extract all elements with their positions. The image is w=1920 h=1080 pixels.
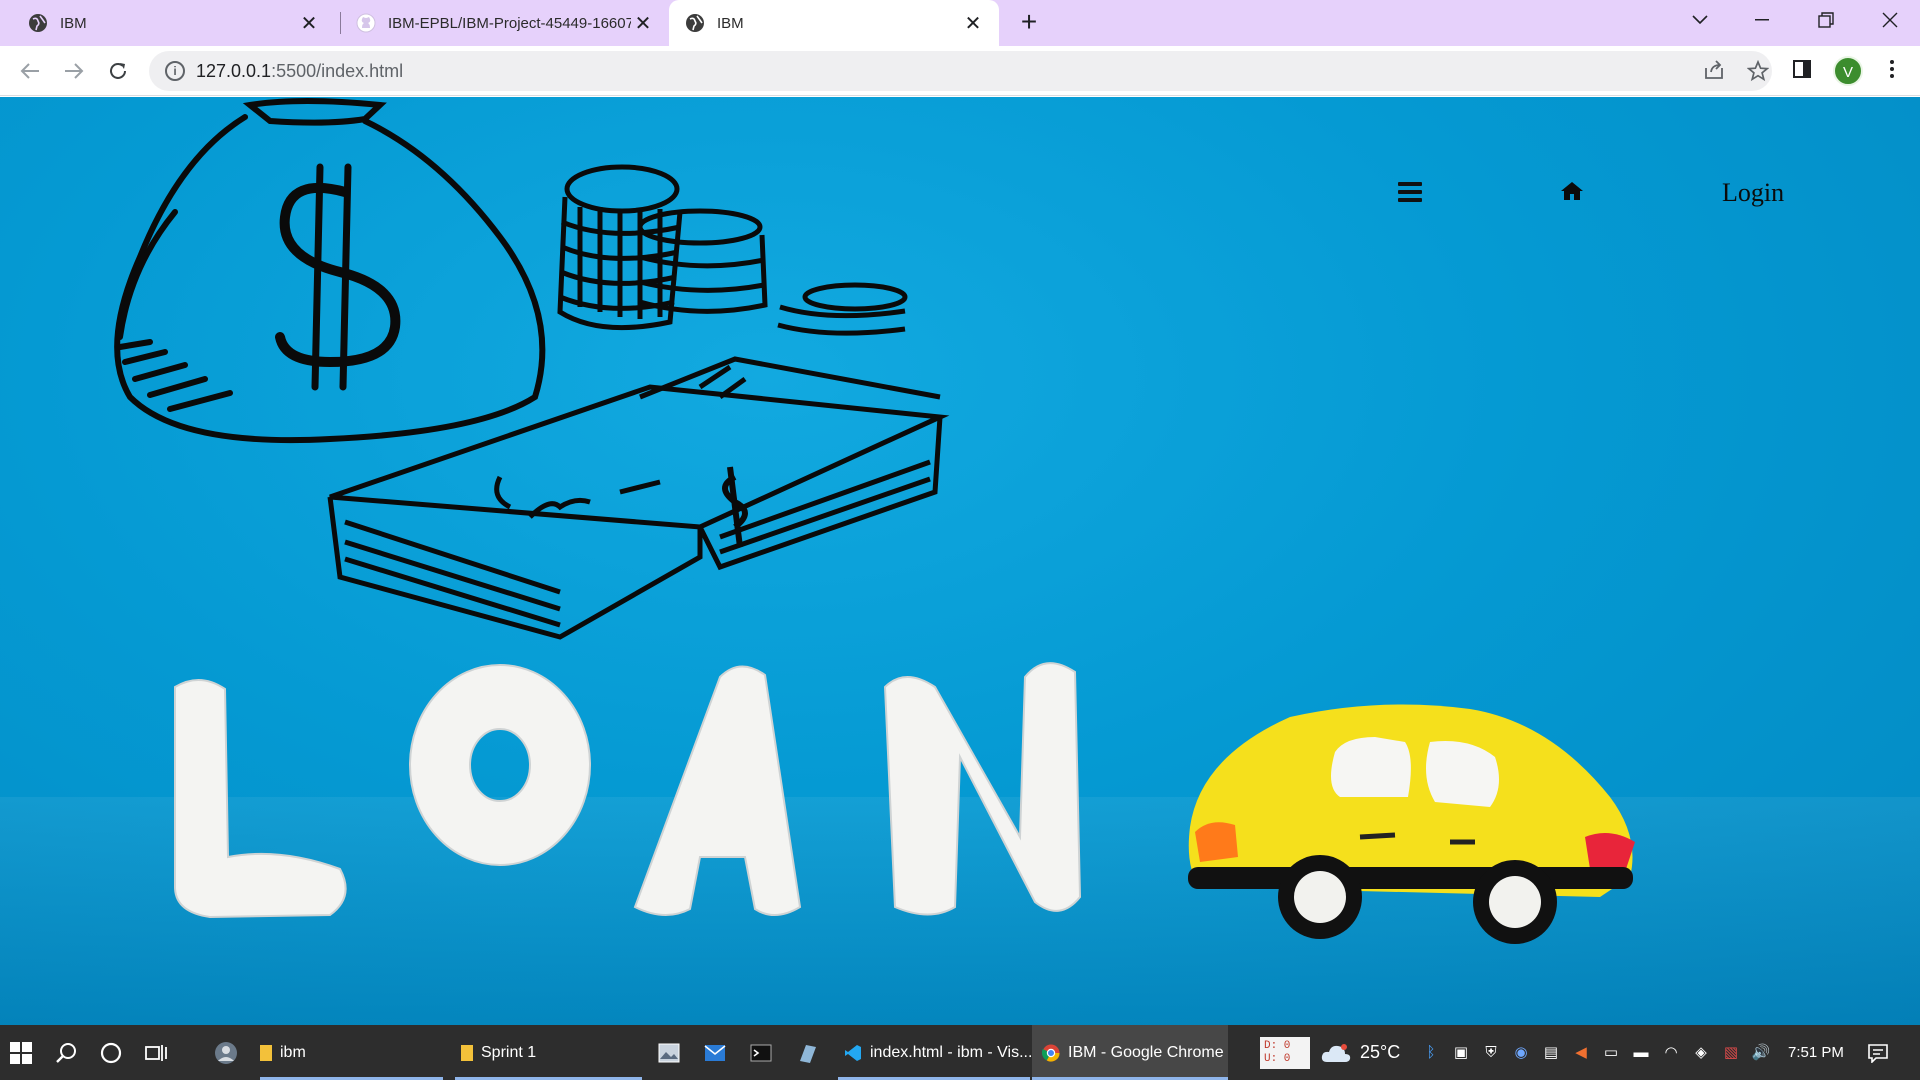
- taskbar-item-label: ibm: [280, 1043, 306, 1061]
- start-button[interactable]: [10, 1025, 32, 1080]
- browser-toolbar: i 127.0.0.1:5500/index.html V: [0, 46, 1920, 96]
- share-icon[interactable]: [1702, 60, 1726, 84]
- hero-illustration: [114, 98, 1635, 944]
- clay-letters-loan: [174, 662, 1082, 919]
- task-view-icon[interactable]: [145, 1025, 167, 1080]
- more-menu-icon[interactable]: [1880, 59, 1904, 83]
- tab-ibm-1[interactable]: IBM ✕: [0, 0, 335, 46]
- bookmark-star-icon[interactable]: [1746, 59, 1770, 84]
- cloud-icon: [1321, 1043, 1351, 1062]
- clock-time: 7:51 PM: [1788, 1044, 1844, 1061]
- globe-icon: [685, 13, 705, 33]
- login-link[interactable]: Login: [1722, 178, 1784, 208]
- hamburger-menu-icon[interactable]: [1398, 182, 1422, 212]
- weather-widget[interactable]: 25°C: [1320, 1025, 1400, 1080]
- system-tray-icons: ᛒ ▣ ⛨ ◉ ▤ ◀ ▭ ▬ ◠ ◈ ▧ 🔊: [1420, 1025, 1772, 1080]
- security-shield-icon[interactable]: ⛨: [1480, 1042, 1502, 1064]
- cortana-icon[interactable]: [100, 1025, 122, 1080]
- search-icon[interactable]: [56, 1025, 78, 1080]
- page-viewport: [0, 97, 1920, 1025]
- tab-title: IBM: [60, 14, 87, 32]
- cash-bundle-sketch: [327, 356, 950, 640]
- reload-icon[interactable]: [102, 55, 134, 87]
- coin-stack-sketch: [557, 164, 908, 336]
- url-path: :5500/index.html: [271, 61, 404, 81]
- chrome-icon: [1041, 1044, 1060, 1062]
- temperature-text: 25°C: [1360, 1042, 1401, 1062]
- address-bar[interactable]: i 127.0.0.1:5500/index.html: [149, 51, 1772, 91]
- window-close-icon[interactable]: [1860, 0, 1920, 40]
- money-bag-sketch: [114, 98, 546, 444]
- tab-ibm-active[interactable]: IBM ✕: [669, 0, 999, 46]
- globe-icon: [28, 13, 48, 33]
- antivirus-tray-icon[interactable]: ▧: [1720, 1042, 1742, 1064]
- side-panel-icon[interactable]: [1790, 59, 1814, 83]
- taskbar-item-label: index.html - ibm - Vis...: [870, 1043, 1033, 1061]
- restore-icon[interactable]: [1796, 0, 1856, 40]
- browser-tab-strip: IBM ✕ IBM-EPBL/IBM-Project-45449-16607 ✕…: [0, 0, 1920, 46]
- vpn-tray-icon[interactable]: ◈: [1690, 1042, 1712, 1064]
- app-tray-icon[interactable]: ◉: [1510, 1042, 1532, 1064]
- close-icon[interactable]: ✕: [297, 11, 321, 35]
- taskbar-item-sprint-1[interactable]: Sprint 1: [455, 1025, 642, 1080]
- url-host: 127.0.0.1: [196, 61, 272, 81]
- network-down-text: D: 0: [1264, 1039, 1291, 1052]
- battery-icon[interactable]: ▬: [1630, 1042, 1652, 1064]
- folder-icon: [260, 1044, 272, 1061]
- new-tab-button[interactable]: +: [1014, 8, 1044, 38]
- notification-center-icon[interactable]: [1868, 1025, 1888, 1080]
- taskbar-item-chrome[interactable]: IBM - Google Chrome: [1032, 1025, 1228, 1080]
- minimize-icon[interactable]: [1732, 0, 1792, 40]
- taskbar-item-label: Sprint 1: [481, 1043, 537, 1061]
- taskbar-item-ibm[interactable]: ibm: [260, 1025, 443, 1080]
- profile-avatar[interactable]: V: [1833, 56, 1863, 86]
- notes-app-icon[interactable]: [796, 1025, 818, 1080]
- audio-tray-icon[interactable]: ◀: [1570, 1042, 1592, 1064]
- terminal-app-icon[interactable]: [750, 1025, 772, 1080]
- url-text[interactable]: 127.0.0.1:5500/index.html: [196, 61, 403, 82]
- close-icon[interactable]: ✕: [961, 11, 985, 35]
- taskbar-item-vscode[interactable]: index.html - ibm - Vis...: [838, 1025, 1033, 1080]
- taskbar-item-label: IBM - Google Chrome: [1068, 1043, 1224, 1061]
- site-info-icon[interactable]: i: [165, 61, 185, 81]
- network-meter[interactable]: D: 0 U: 0: [1260, 1025, 1310, 1080]
- network-up-text: U: 0: [1264, 1052, 1291, 1065]
- mail-app-icon[interactable]: [704, 1025, 726, 1080]
- vscode-icon: [844, 1044, 862, 1062]
- camera-tray-icon[interactable]: ▤: [1540, 1042, 1562, 1064]
- user-app-icon[interactable]: [214, 1025, 238, 1080]
- close-icon[interactable]: ✕: [631, 11, 655, 35]
- github-icon: [356, 13, 376, 33]
- forward-arrow-icon[interactable]: [58, 55, 90, 87]
- windows-taskbar: ibm Sprint 1 index.html - ibm - Vis... I…: [0, 1025, 1920, 1080]
- folder-icon: [461, 1044, 473, 1061]
- meet-now-icon[interactable]: ▣: [1450, 1042, 1472, 1064]
- volume-icon[interactable]: 🔊: [1750, 1042, 1772, 1064]
- tab-github[interactable]: IBM-EPBL/IBM-Project-45449-16607 ✕: [342, 0, 669, 46]
- display-tray-icon[interactable]: ▭: [1600, 1042, 1622, 1064]
- home-icon[interactable]: [1560, 181, 1584, 211]
- tab-search-chevron-icon[interactable]: [1670, 0, 1730, 40]
- photos-app-icon[interactable]: [658, 1025, 680, 1080]
- clay-taxi-car: [1188, 704, 1635, 944]
- tab-separator: [340, 12, 341, 34]
- clock[interactable]: 7:51 PM: [1788, 1025, 1844, 1080]
- wifi-icon[interactable]: ◠: [1660, 1042, 1682, 1064]
- back-arrow-icon[interactable]: [14, 55, 46, 87]
- tab-title: IBM: [717, 14, 744, 32]
- tab-title: IBM-EPBL/IBM-Project-45449-16607: [388, 14, 631, 32]
- bluetooth-icon[interactable]: ᛒ: [1420, 1042, 1442, 1064]
